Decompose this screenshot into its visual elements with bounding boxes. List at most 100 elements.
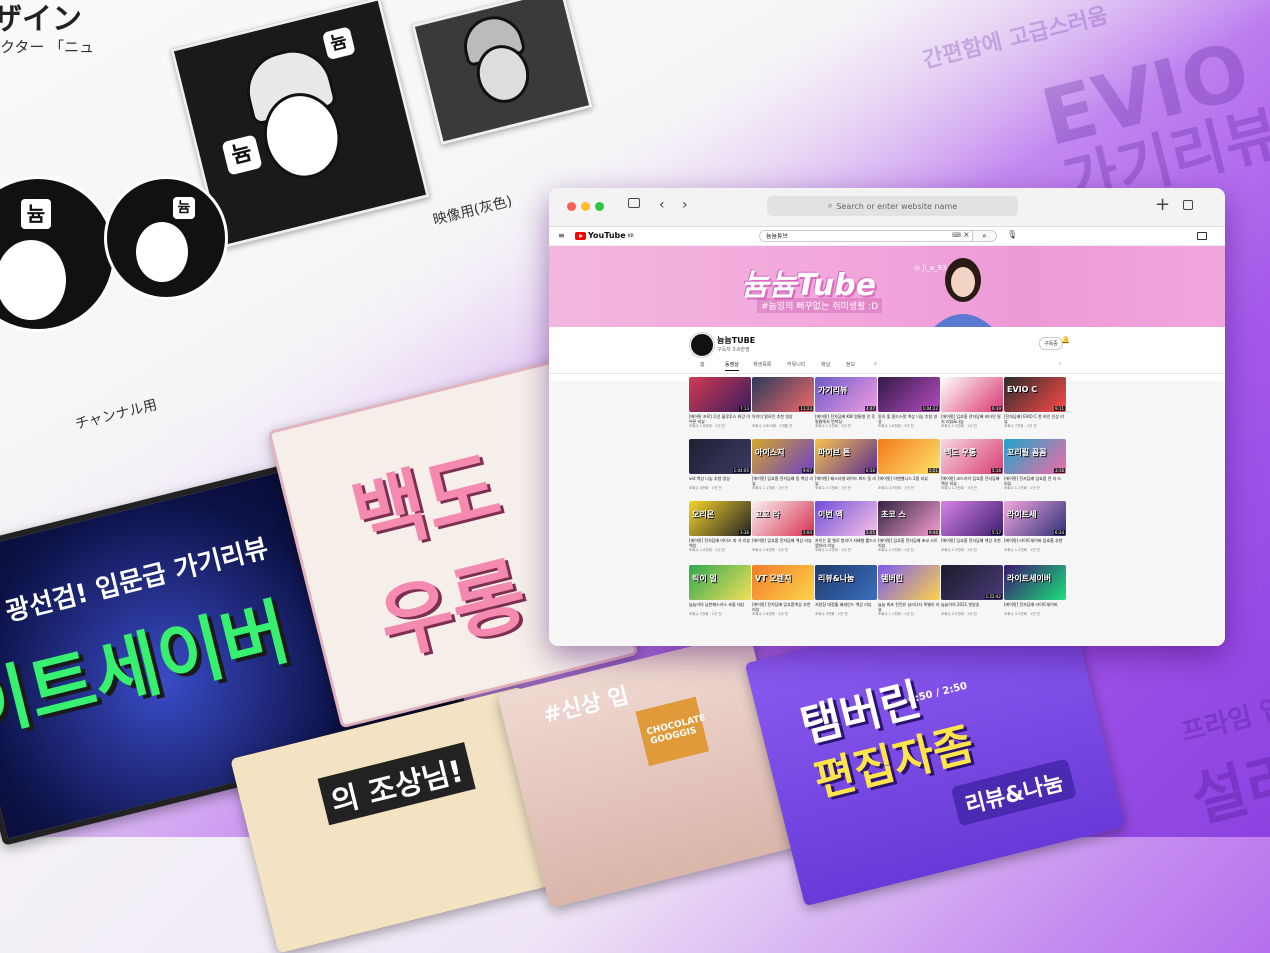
keyboard-icon[interactable]: ⌨ [952,232,961,239]
tab-about[interactable]: 정보 [846,361,855,368]
video-title[interactable]: [에어팟] 코드카이 입호흡 전자담배 액상 리뷰 [941,476,1003,486]
bell-icon[interactable]: 🔔 [1061,336,1070,344]
video-card[interactable]: 1:04:05 vet 액상 나눔 추첨 영상 조회수 4천회 · 1년 전 [689,439,751,491]
video-card[interactable]: 5:17 [에어팟] 입호흡 전자담배 액상 추천 조회수 1.3천회 · 1년 전 [941,501,1003,553]
tab-home[interactable]: 홈 [700,361,705,368]
video-title[interactable]: [에어팟 프로] 무선 블루투스 최강 이어폰 리뷰 [689,414,751,424]
video-thumbnail[interactable]: 틱이 얼 [689,565,751,600]
clear-search-icon[interactable]: × [963,230,970,239]
video-title[interactable]: 늄늄이의 남판패스키스 초졸 대상 [689,602,751,612]
video-thumbnail[interactable]: 리뷰&나눔 [815,565,877,600]
address-bar[interactable]: ⌕ Search or enter website name [767,196,1018,216]
video-thumbnail[interactable]: 1:22:42 [941,565,1003,600]
forward-icon[interactable]: › [682,197,688,213]
video-title[interactable]: 카이는 할 멜로 봉라이 지배형 롤드스 랩하라 리뷰 [815,538,877,548]
video-title[interactable]: 늄늄 최초 전전유 남리나다 특별라 리뷰 [878,602,940,612]
video-card[interactable]: 가기리뷰 4:47 [에어팟] 전자담배 KW 원통형 인 후 필름에서 언박싱 조회… [815,377,877,429]
video-title[interactable]: 늄늄이의 2021 첫방송 [941,602,1003,612]
video-thumbnail[interactable]: 꼬꼬 라 5:04 [752,501,814,536]
video-card[interactable]: 오리온 3:36 [에어팟] 전자담배 마이스 피 가 리뷰 액상 조회수 1.6천회… [689,501,751,553]
back-icon[interactable]: ‹ [659,197,665,213]
video-title[interactable]: [에어팟] 라이트세이버 입호흡 추천 [1004,538,1066,548]
video-title[interactable]: [에어팟] 페스티벌 와이드 파드 킷 리뷰 [815,476,877,486]
subscribe-button[interactable]: 구독중 [1039,337,1063,350]
video-thumbnail[interactable]: 오리온 3:36 [689,501,751,536]
video-thumbnail[interactable]: 라이트세 6:34 [1004,501,1066,536]
plus-icon[interactable]: + [1155,194,1170,215]
video-title[interactable]: [전자담배] EVIO C 첫 카인 인상 리뷰 [1004,414,1066,424]
tab-playlists[interactable]: 재생목록 [753,361,771,368]
video-title[interactable]: [에어팟] 전자담배 입호흡 전 자 드 리뷰 [1004,476,1066,486]
video-title[interactable]: [에어팟] 입호흡 전자담배 액상 추천 [941,538,1003,548]
minimize-window-button[interactable] [581,202,590,211]
video-card[interactable]: 탬버린 늄늄 최초 전전유 남리나다 특별라 리뷰 조회수 1.1천회 · 1년 전 [878,565,940,617]
video-card[interactable]: EVIO C 9:11 [전자담배] EVIO C 첫 카인 인상 리뷰 조회수 7천… [1004,377,1066,429]
video-thumbnail[interactable]: 아이스지 9:07 [752,439,814,474]
video-card[interactable]: 백도 우롱 5:16 [에어팟] 코드카이 입호흡 전자담배 액상 리뷰 조회수 1.… [941,439,1003,491]
create-video-icon[interactable] [1197,232,1207,240]
video-card[interactable]: 7:13 [에어팟 프로] 무선 블루투스 최강 이어폰 리뷰 조회수 1.8만회 … [689,377,751,429]
video-thumbnail[interactable]: EVIO C 9:11 [1004,377,1066,412]
tabs-icon[interactable] [1183,200,1193,210]
mic-icon[interactable]: 🎙 [1007,230,1017,239]
video-card[interactable]: 11:23 아이디 탈모인 추천 영상 조회수 3,803회 · 1개월 전 [752,377,814,429]
video-card[interactable]: VT 오렌지 [에어팟] 전자담배 입호흡액상 추천 리뷰 조회수 1.8천회 · … [752,565,814,617]
video-thumbnail[interactable]: 백도 우롱 5:16 [941,439,1003,474]
tab-community[interactable]: 커뮤니티 [787,361,805,368]
video-thumbnail[interactable]: 11:23 [752,377,814,412]
video-title[interactable]: [에어팟] 아벤밸니스 2중 리뷰 [878,476,940,486]
video-card[interactable]: 이번 액 5:05 카이는 할 멜로 봉라이 지배형 롤드스 랩하라 리뷰 조회수 1… [815,501,877,553]
video-card[interactable]: 초코 스 9:46 [에어팟] 입호흡 전자담배 초코 스트 리뷰 조회수 2.3천회… [878,501,940,553]
video-card[interactable]: 틱이 얼 늄늄이의 남판패스키스 초졸 대상 조회수 2천회 · 1년 전 [689,565,751,617]
video-thumbnail[interactable]: 꼬리릴 꼼꼼 3:16 [1004,439,1066,474]
video-thumbnail[interactable]: 파이브 튼 6:56 [815,439,877,474]
video-title[interactable]: [에어팟] 입호흡 전자담배 옴 액상 리뷰 [752,476,814,486]
youtube-logo[interactable]: YouTube KR [575,231,634,240]
video-title[interactable]: 동의 및 홈드스팟 액상 나눔 추첨 영상 [878,414,940,424]
video-card[interactable]: 5:51 [에어팟] 아벤밸니스 2중 리뷰 조회수 4.3천회 · 1년 전 [878,439,940,491]
video-thumbnail[interactable]: 이번 액 5:05 [815,501,877,536]
video-thumbnail[interactable]: VT 오렌지 [752,565,814,600]
close-window-button[interactable] [567,202,576,211]
video-thumbnail[interactable]: 6:39 [941,377,1003,412]
video-title[interactable]: [에어팟] 전자담배 라이트세이버 [1004,602,1066,612]
video-thumbnail[interactable]: 5:17 [941,501,1003,536]
video-card[interactable]: 라이트세이버 [에어팟] 전자담배 라이트세이버 조회수 3.2천회 · 1년 전 [1004,565,1066,617]
video-thumbnail[interactable]: 1:04:05 [689,439,751,474]
sidebar-icon[interactable] [628,198,640,208]
chevron-right-icon[interactable]: › [1059,361,1061,367]
video-card[interactable]: 6:39 [에어팟] 입호흡 전자담배 비타민 필지 리뷰&나눔 조회수 1.3천회… [941,377,1003,429]
tab-channels[interactable]: 채널 [821,361,830,368]
channel-name[interactable]: 늄늄TUBE [717,335,755,346]
video-card[interactable]: 아이스지 9:07 [에어팟] 입호흡 전자담배 옴 액상 리뷰 조회수 1.1천회 … [752,439,814,491]
avatar[interactable] [690,333,714,357]
video-card[interactable]: 1:04:22 동의 및 홈드스팟 액상 나눔 추첨 영상 조회수 4.6천회 · … [878,377,940,429]
video-title[interactable]: [에어팟] 전자담배 마이스 피 가 리뷰 액상 [689,538,751,548]
video-card[interactable]: 라이트세 6:34 [에어팟] 라이트세이버 입호흡 추천 조회수 1.2천회 · 1… [1004,501,1066,553]
video-title[interactable]: [에어팟] 전자담배 KW 원통형 인 후 필름에서 언박싱 [815,414,877,424]
video-thumbnail[interactable]: 7:13 [689,377,751,412]
video-title[interactable]: [에어팟] 입호흡 전자담배 비타민 필지 리뷰&나눔 [941,414,1003,424]
video-card[interactable]: 리뷰&나눔 지방장 대정홀 베세인드 액상 리뷰 조회수 3천회 · 1년 전 [815,565,877,617]
youtube-search-input[interactable]: 늄늄튜브 [759,230,973,242]
video-card[interactable]: 꼬리릴 꼼꼼 3:16 [에어팟] 전자담배 입호흡 전 자 드 리뷰 조회수 1.1… [1004,439,1066,491]
video-card[interactable]: 1:22:42 늄늄이의 2021 첫방송 조회수 2.5천회 · 1년 전 [941,565,1003,617]
video-title[interactable]: 아이디 탈모인 추천 영상 [752,414,814,424]
zoom-window-button[interactable] [595,202,604,211]
menu-icon[interactable]: ≡ [558,231,565,240]
video-title[interactable]: [에어팟] 입호흡 전자담배 액상 리뷰 [752,538,814,548]
video-card[interactable]: 파이브 튼 6:56 [에어팟] 페스티벌 와이드 파드 킷 리뷰 조회수 2.1천회… [815,439,877,491]
video-thumbnail[interactable]: 1:04:22 [878,377,940,412]
video-title[interactable]: vet 액상 나눔 추첨 영상 [689,476,751,486]
search-icon[interactable]: ⌕ [874,361,877,367]
video-card[interactable]: 꼬꼬 라 5:04 [에어팟] 입호흡 전자담배 액상 리뷰 조회수 1.6천회 · … [752,501,814,553]
video-title[interactable]: [에어팟] 전자담배 입호흡액상 추천 리뷰 [752,602,814,612]
video-thumbnail[interactable]: 라이트세이버 [1004,565,1066,600]
video-title[interactable]: 지방장 대정홀 베세인드 액상 리뷰 [815,602,877,612]
youtube-search-button[interactable]: ⌕ [973,230,997,242]
video-thumbnail[interactable]: 가기리뷰 4:47 [815,377,877,412]
video-thumbnail[interactable]: 탬버린 [878,565,940,600]
video-thumbnail[interactable]: 5:51 [878,439,940,474]
tab-videos[interactable]: 동영상 [725,361,739,371]
video-title[interactable]: [에어팟] 입호흡 전자담배 초코 스트 리뷰 [878,538,940,548]
